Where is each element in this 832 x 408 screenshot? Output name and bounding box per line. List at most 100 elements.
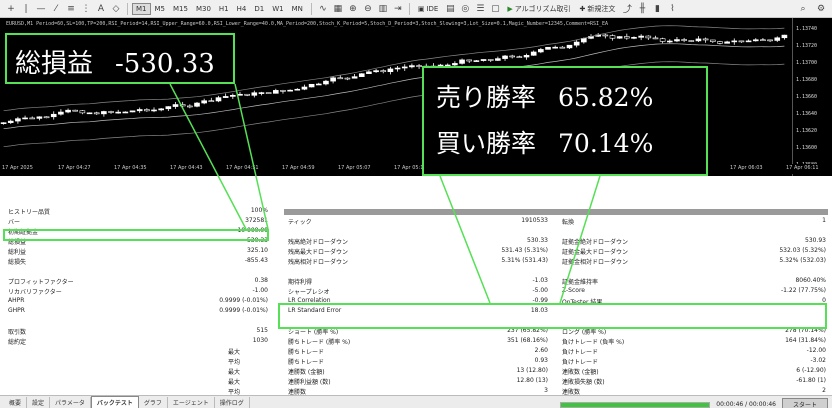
market-watch-icon[interactable]: ▢ bbox=[488, 2, 502, 16]
tab-2[interactable]: パラメータ bbox=[50, 396, 91, 408]
timeframe-w1[interactable]: W1 bbox=[268, 3, 287, 15]
indicator-icon[interactable]: ∿ bbox=[316, 2, 330, 16]
candle-body bbox=[265, 92, 272, 94]
candle-body bbox=[244, 93, 250, 96]
candle-body bbox=[0, 122, 7, 124]
play-icon: ▶ bbox=[507, 4, 513, 13]
tab-6[interactable]: 操作ログ bbox=[215, 396, 250, 408]
report-row: リカバリファクター -1.00 シャープレシオ -5.00 Z-Score -1.22 (… bbox=[0, 286, 832, 296]
line-chart-icon[interactable]: ⌇ bbox=[665, 2, 679, 16]
strategy-tester-icon[interactable]: ◎ bbox=[458, 2, 472, 16]
sell-win-rate-value: 65.82% bbox=[558, 83, 654, 112]
time-axis-label: 17 Apr 05:07 bbox=[338, 165, 371, 171]
tester-status: 00:00:46 / 00:00:46 スタート bbox=[560, 398, 828, 408]
report-value: 2.60 bbox=[534, 347, 548, 354]
chart-up-icon[interactable]: ⤴ bbox=[620, 2, 634, 16]
candle-body bbox=[688, 40, 695, 42]
candle-body bbox=[29, 117, 36, 120]
start-button[interactable]: スタート bbox=[781, 398, 828, 408]
settings-icon[interactable]: ⚙ bbox=[814, 2, 828, 16]
timeframe-m5[interactable]: M5 bbox=[151, 3, 170, 15]
vertical-line-icon[interactable]: | bbox=[19, 2, 33, 16]
report-value: 0.9999 (-0.01%) bbox=[219, 307, 268, 314]
time-axis-label: 17 Apr 04:27 bbox=[58, 165, 91, 171]
candle-body bbox=[272, 90, 279, 94]
trendline-icon[interactable]: ⁄ bbox=[49, 2, 63, 16]
report-value: 532.03 (5.32%) bbox=[779, 247, 826, 254]
chart-bars-icon[interactable]: ╫ bbox=[635, 2, 649, 16]
price-axis-label: 1.13700 bbox=[796, 60, 818, 66]
report-value: 530.93 bbox=[805, 237, 826, 244]
total-pl-callout: 総損益 -530.33 bbox=[5, 33, 235, 84]
tab-5[interactable]: エージェント bbox=[168, 396, 215, 408]
shapes-icon[interactable]: ◇ bbox=[109, 2, 123, 16]
grid-icon[interactable]: ▦ bbox=[331, 2, 345, 16]
tab-1[interactable]: 設定 bbox=[27, 396, 51, 408]
report-value: -0.99 bbox=[532, 297, 548, 304]
timeframe-h4[interactable]: H4 bbox=[233, 3, 251, 15]
report-label: 証拠金最大ドローダウン bbox=[562, 249, 629, 256]
report-row: 総利益 325.10 残高最大ドローダウン 531.43 (5.31%) 証拠金最大ドロ… bbox=[0, 246, 832, 256]
report-label: シャープレシオ bbox=[288, 289, 330, 296]
candle-body bbox=[187, 105, 193, 108]
report-row: AHPR 0.9999 (-0.01%) LR Correlation -0.99 On… bbox=[0, 296, 832, 306]
tab-0[interactable]: 概要 bbox=[4, 396, 28, 408]
candles-icon[interactable]: ▮ bbox=[650, 2, 664, 16]
zoom-out-icon[interactable]: ⊖ bbox=[361, 2, 375, 16]
timeframe-m1[interactable]: M1 bbox=[132, 2, 151, 15]
candle-body bbox=[738, 40, 745, 43]
report-row: 最大 連勝数 (金額) 13 (12.80) 連敗数 (金額) 6 (-12.90) bbox=[0, 366, 832, 376]
channel-icon[interactable]: ≡ bbox=[64, 2, 78, 16]
fibo-icon[interactable]: ⋮ bbox=[79, 2, 93, 16]
timeframe-m30[interactable]: M30 bbox=[192, 3, 215, 15]
candle-body bbox=[194, 102, 200, 107]
chart-shift-icon[interactable]: ⇥ bbox=[391, 2, 405, 16]
candle-body bbox=[351, 76, 358, 79]
candle-body bbox=[330, 77, 336, 82]
backtest-report: ヒストリー品質 100% バー 372581 ティック 1910533 転換 1 初期証拠金 10… bbox=[0, 206, 832, 396]
report-value: 0.9999 (-0.01%) bbox=[219, 297, 268, 304]
navigator-icon[interactable]: ☰ bbox=[473, 2, 487, 16]
algo-trading-button[interactable]: ▶ アルゴリズム取引 bbox=[503, 3, 574, 15]
elapsed-time: 00:00:46 / 00:00:46 bbox=[716, 401, 776, 408]
candle-body bbox=[129, 110, 136, 113]
report-value: 5.31% (531.43) bbox=[501, 257, 548, 264]
report-label: LR Standard Error bbox=[288, 307, 342, 314]
timeframe-d1[interactable]: D1 bbox=[250, 3, 268, 15]
report-label: 最大 bbox=[228, 349, 241, 356]
timeframe-mn[interactable]: MN bbox=[288, 3, 307, 15]
candle-body bbox=[179, 104, 186, 107]
candle-body bbox=[745, 40, 752, 43]
search-icon[interactable]: ⌕ bbox=[796, 2, 810, 16]
tab-4[interactable]: グラフ bbox=[139, 396, 168, 408]
candle-body bbox=[616, 36, 623, 39]
timeframe-h1[interactable]: H1 bbox=[215, 3, 233, 15]
candle-body bbox=[480, 59, 487, 61]
text-icon[interactable]: A bbox=[94, 2, 108, 16]
toolbar-separator bbox=[408, 2, 410, 15]
report-label: GHPR bbox=[8, 307, 25, 314]
report-label: AHPR bbox=[8, 297, 25, 304]
report-label: Z-Score bbox=[562, 287, 585, 294]
progress-fill bbox=[561, 402, 710, 407]
report-value: 1030 bbox=[252, 337, 268, 344]
timeframe-m15[interactable]: M15 bbox=[169, 3, 192, 15]
tile-icon[interactable]: ▥ bbox=[376, 2, 390, 16]
tester-tab-bar: 概要 設定 パラメータ バックテスト グラフ エージェント 操作ログ 00:00:46 / … bbox=[0, 395, 832, 408]
new-order-button[interactable]: ✚ 新規注文 bbox=[576, 3, 620, 15]
report-value: 278 (70.14%) bbox=[785, 327, 826, 334]
candle-body bbox=[122, 111, 129, 114]
toolbar-separator bbox=[310, 2, 312, 15]
candle-body bbox=[358, 73, 365, 77]
report-value: -5.00 bbox=[532, 287, 548, 294]
time-axis-label: 17 Apr 2025 bbox=[2, 165, 33, 171]
report-row: 最大 勝ちトレード 2.60 負けトレード -12.00 bbox=[0, 346, 832, 356]
data-window-icon[interactable]: ▤ bbox=[443, 2, 457, 16]
horizontal-line-icon[interactable]: — bbox=[34, 2, 48, 16]
timeframe-group: M1 M5 M15 M30 H1 H4 D1 W1 MN bbox=[132, 2, 307, 15]
tab-3[interactable]: バックテスト bbox=[90, 396, 139, 408]
ide-button[interactable]: ▣ IDE bbox=[414, 4, 443, 14]
zoom-in-icon[interactable]: ⊕ bbox=[346, 2, 360, 16]
report-label: リカバリファクター bbox=[8, 289, 62, 296]
crosshair-icon[interactable]: + bbox=[4, 2, 18, 16]
